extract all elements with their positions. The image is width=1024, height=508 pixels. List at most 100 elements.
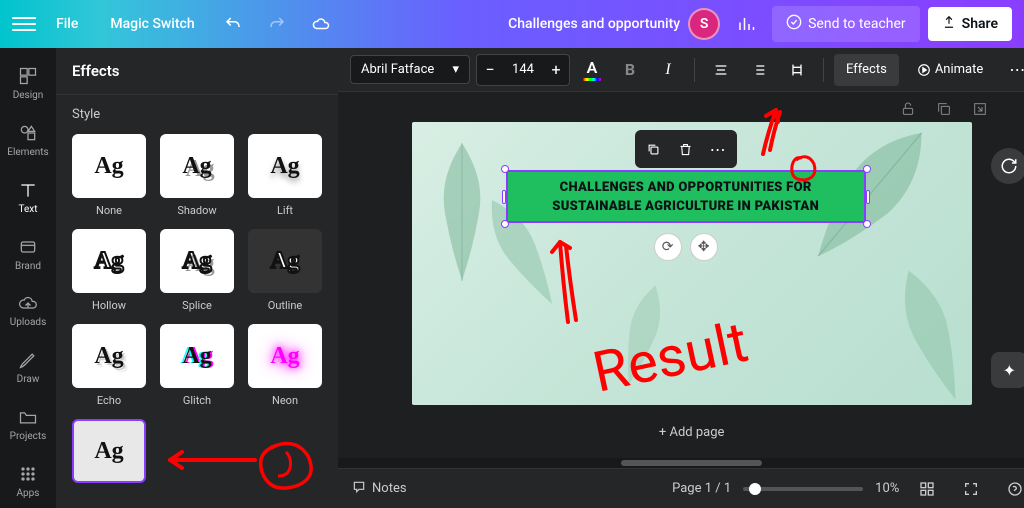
apps-icon [17, 463, 39, 485]
send-to-teacher-button[interactable]: Send to teacher [772, 6, 920, 42]
style-glitch[interactable]: AgGlitch [160, 324, 234, 407]
animate-button[interactable]: Animate [905, 54, 995, 86]
style-hollow[interactable]: AgHollow [72, 229, 146, 312]
horizontal-scrollbar[interactable] [338, 458, 1024, 468]
resize-handle-right[interactable] [866, 190, 870, 204]
resize-handle-tr[interactable] [863, 165, 871, 173]
upload-icon [942, 15, 956, 33]
rail-label: Apps [17, 488, 40, 499]
font-size-minus[interactable]: − [477, 55, 503, 85]
floating-toolbar: ⋯ [635, 130, 737, 168]
sparkle-fab[interactable]: ✦ [991, 352, 1024, 388]
move-handle[interactable]: ✥ [690, 233, 718, 261]
chevron-down-icon: ▾ [452, 62, 459, 77]
resize-handle-left[interactable] [502, 190, 506, 204]
style-neon[interactable]: AgNeon [248, 324, 322, 407]
document-title[interactable]: Challenges and opportunity [508, 16, 680, 32]
style-splice[interactable]: AgSplice [160, 229, 234, 312]
effects-panel: Effects Style AgNone AgShadow AgLift AgH… [56, 48, 338, 508]
add-page-button[interactable]: + Add page [647, 419, 737, 446]
rail-label: Design [13, 90, 44, 101]
rail-elements[interactable]: Elements [0, 113, 56, 168]
bold-button[interactable]: B [614, 54, 646, 86]
rotate-handle[interactable]: ⟳ [654, 233, 682, 261]
style-none[interactable]: AgNone [72, 134, 146, 217]
font-size-input[interactable] [503, 62, 543, 77]
heading-line-1: CHALLENGES AND OPPORTUNITIES FOR [560, 180, 812, 195]
heading-line-2: SUSTAINABLE AGRICULTURE IN PAKISTAN [552, 199, 819, 214]
file-menu[interactable]: File [44, 8, 90, 40]
style-label: None [96, 204, 122, 217]
notes-button[interactable]: Notes [352, 480, 407, 498]
style-label: Lift [277, 204, 293, 217]
style-label: Echo [97, 394, 121, 407]
text-color-button[interactable]: A [576, 54, 608, 86]
copy-icon[interactable] [639, 134, 669, 164]
resize-handle-tl[interactable] [501, 165, 509, 173]
rail-label: Uploads [10, 317, 46, 328]
rail-uploads[interactable]: Uploads [0, 283, 56, 338]
fullscreen-icon[interactable] [955, 473, 987, 505]
style-shadow[interactable]: AgShadow [160, 134, 234, 217]
magic-switch-button[interactable]: Magic Switch [98, 8, 206, 40]
style-label: Hollow [92, 299, 126, 312]
rail-design[interactable]: Design [0, 56, 56, 111]
page-1[interactable]: ⋯ CHALLENGES AND OPPORTUNITIES FOR SUSTA… [412, 122, 972, 405]
rail-label: Projects [10, 431, 47, 442]
zoom-level[interactable]: 10% [875, 481, 899, 496]
rail-label: Text [18, 204, 37, 215]
style-echo[interactable]: AgEcho [72, 324, 146, 407]
rail-label: Brand [15, 261, 41, 272]
projects-icon [17, 406, 39, 428]
more-options-icon[interactable]: ⋯ [1001, 54, 1024, 86]
font-name: Abril Fatface [361, 62, 434, 77]
lock-icon[interactable] [895, 96, 921, 122]
brand-icon [17, 236, 39, 258]
style-label: Shadow [177, 204, 216, 217]
cloud-sync-icon[interactable] [303, 6, 339, 42]
style-background[interactable]: Ag [72, 419, 146, 489]
rail-projects[interactable]: Projects [0, 397, 56, 452]
spacing-button[interactable] [781, 54, 813, 86]
rail-apps[interactable]: Apps [0, 453, 56, 508]
duplicate-page-icon[interactable] [931, 96, 957, 122]
text-icon [17, 179, 39, 201]
font-family-select[interactable]: Abril Fatface ▾ [350, 55, 470, 84]
panel-title: Effects [56, 48, 338, 95]
page-tools [895, 96, 993, 122]
more-icon[interactable]: ⋯ [703, 134, 733, 164]
effects-button[interactable]: Effects [834, 54, 899, 86]
rail-draw[interactable]: Draw [0, 340, 56, 395]
check-circle-icon [786, 14, 802, 34]
rail-text[interactable]: Text [0, 170, 56, 225]
canvas-scroll[interactable]: ✦ ⋯ CHALLENGES AND OPPORTUNITIES FOR [338, 92, 1024, 458]
style-lift[interactable]: AgLift [248, 134, 322, 217]
undo-icon[interactable] [215, 6, 251, 42]
insights-icon[interactable] [728, 6, 764, 42]
notes-icon [352, 480, 366, 498]
design-icon [17, 65, 39, 87]
style-section-label: Style [72, 107, 322, 122]
font-size-group: − + [476, 54, 570, 86]
resize-handle-bl[interactable] [501, 220, 509, 228]
delete-icon[interactable] [671, 134, 701, 164]
grid-view-icon[interactable] [911, 473, 943, 505]
refresh-fab[interactable] [991, 148, 1024, 184]
align-button[interactable] [705, 54, 737, 86]
redo-icon[interactable] [259, 6, 295, 42]
resize-handle-br[interactable] [863, 220, 871, 228]
menu-icon[interactable] [12, 12, 36, 36]
selected-textbox[interactable]: ⋯ CHALLENGES AND OPPORTUNITIES FOR SUSTA… [506, 170, 866, 223]
help-icon[interactable] [999, 473, 1024, 505]
rail-brand[interactable]: Brand [0, 226, 56, 281]
user-avatar[interactable]: S [688, 8, 720, 40]
italic-button[interactable]: I [652, 54, 684, 86]
share-button[interactable]: Share [928, 7, 1012, 41]
notes-label: Notes [372, 481, 407, 496]
list-button[interactable] [743, 54, 775, 86]
style-outline[interactable]: AgOutline [248, 229, 322, 312]
page-indicator[interactable]: Page 1 / 1 [672, 481, 731, 496]
zoom-slider[interactable] [743, 487, 863, 491]
font-size-plus[interactable]: + [543, 55, 569, 85]
expand-page-icon[interactable] [967, 96, 993, 122]
